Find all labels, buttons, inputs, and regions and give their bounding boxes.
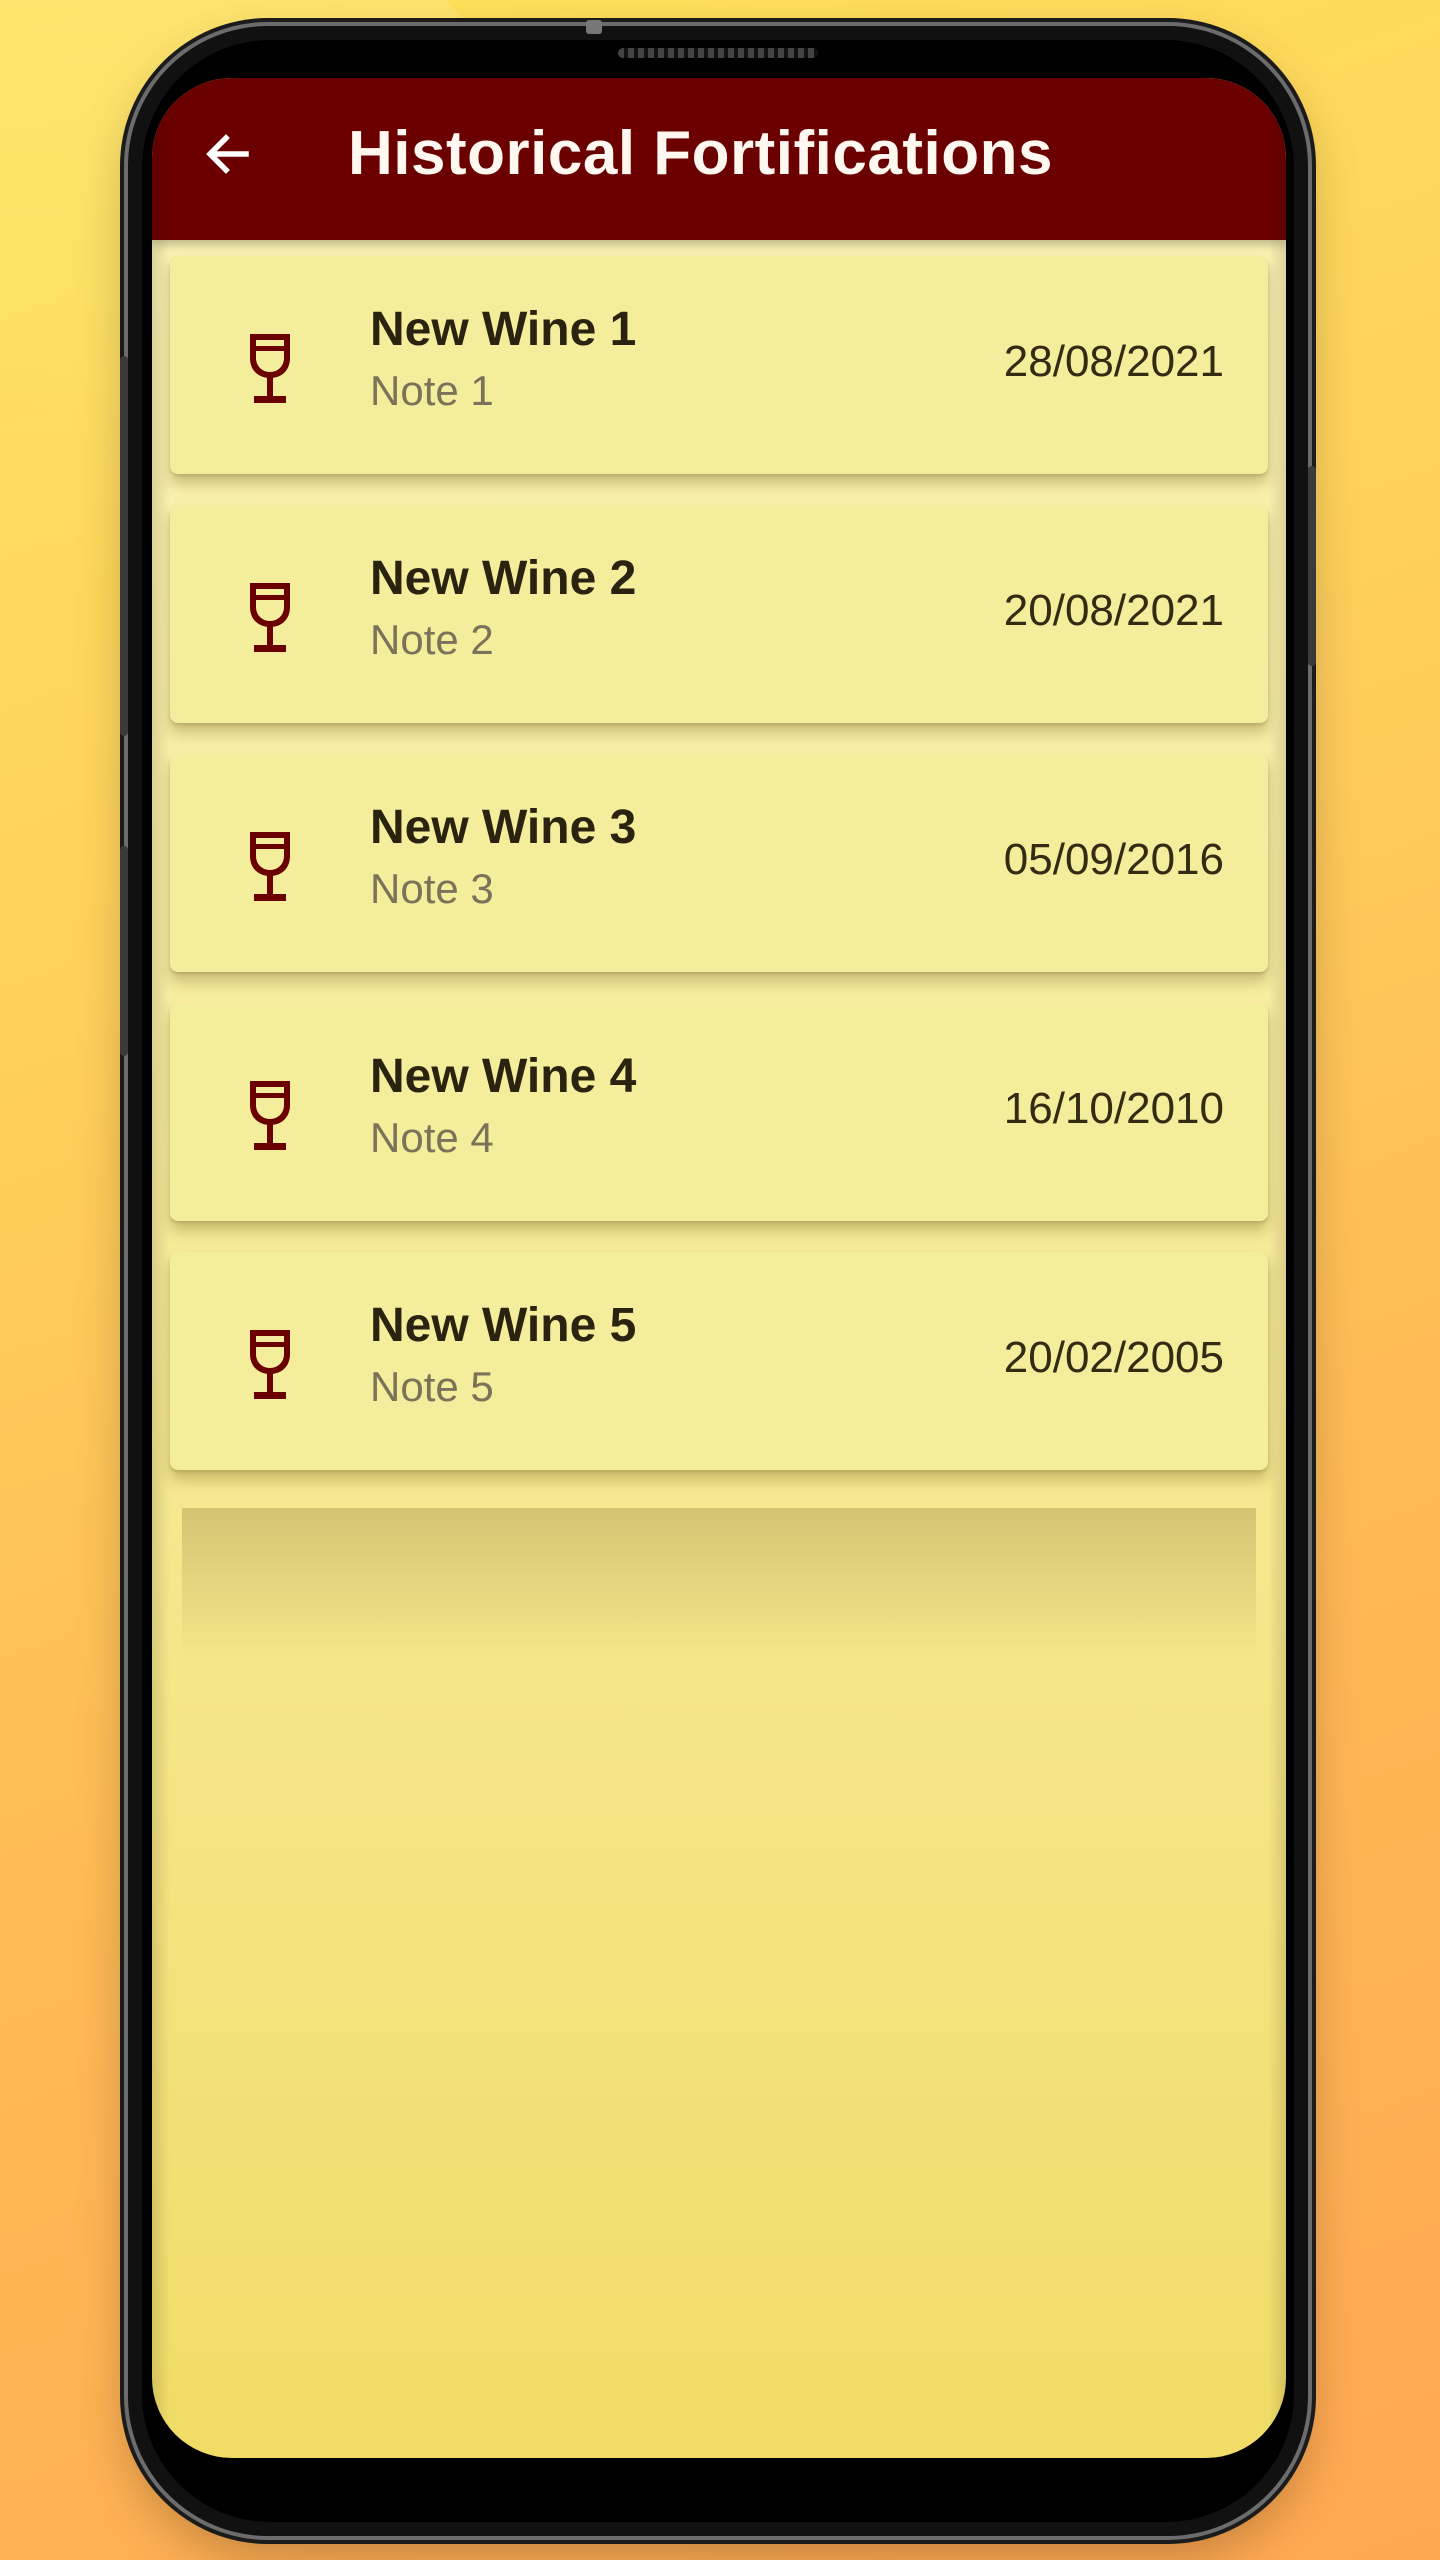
bixby-button (120, 846, 128, 1056)
wine-date: 20/02/2005 (1003, 1333, 1224, 1382)
wine-glass-icon (250, 334, 290, 403)
wine-list-item[interactable]: New Wine 4 Note 4 16/10/2010 (170, 1003, 1268, 1221)
wine-date: 28/08/2021 (1003, 337, 1224, 386)
wine-list-item[interactable]: New Wine 1 Note 1 28/08/2021 (170, 256, 1268, 474)
wine-date: 16/10/2010 (1003, 1084, 1224, 1133)
wine-name: New Wine 2 (370, 552, 637, 605)
app-bar: Historical Fortifications (152, 78, 1286, 240)
wine-name: New Wine 1 (370, 303, 637, 356)
arrow-left-icon (206, 134, 249, 174)
wine-glass-icon (250, 1081, 290, 1150)
page-title: Historical Fortifications (348, 119, 1053, 188)
power-button (1308, 466, 1316, 666)
wine-note: Note 5 (370, 1363, 494, 1410)
screen-edge-right (1268, 78, 1286, 2458)
wine-name: New Wine 5 (370, 1299, 637, 1352)
wine-list-item[interactable]: New Wine 3 Note 3 05/09/2016 (170, 754, 1268, 972)
wine-note: Note 1 (370, 367, 494, 414)
screen-edge-left (152, 78, 170, 2458)
wine-list-item[interactable]: New Wine 5 Note 5 20/02/2005 (170, 1252, 1268, 1470)
wine-name: New Wine 3 (370, 801, 637, 854)
top-microphone (586, 20, 602, 34)
wine-list-item[interactable]: New Wine 2 Note 2 20/08/2021 (170, 505, 1268, 723)
list-shadow (182, 1508, 1256, 1658)
earpiece-speaker (618, 48, 818, 58)
wine-note: Note 2 (370, 616, 494, 663)
back-button[interactable] (196, 122, 260, 186)
wine-glass-icon (250, 1330, 290, 1399)
app-screen: Historical Fortifications New Wine 1 Not… (152, 78, 1286, 2458)
wine-list: New Wine 1 Note 1 28/08/2021 New Wine 2 … (170, 256, 1268, 1501)
wine-name: New Wine 4 (370, 1050, 637, 1103)
wine-date: 05/09/2016 (1003, 835, 1224, 884)
volume-button (120, 356, 128, 736)
wine-glass-icon (250, 583, 290, 652)
wine-note: Note 3 (370, 865, 494, 912)
wine-glass-icon (250, 832, 290, 901)
wine-note: Note 4 (370, 1114, 494, 1161)
wine-date: 20/08/2021 (1003, 586, 1224, 635)
